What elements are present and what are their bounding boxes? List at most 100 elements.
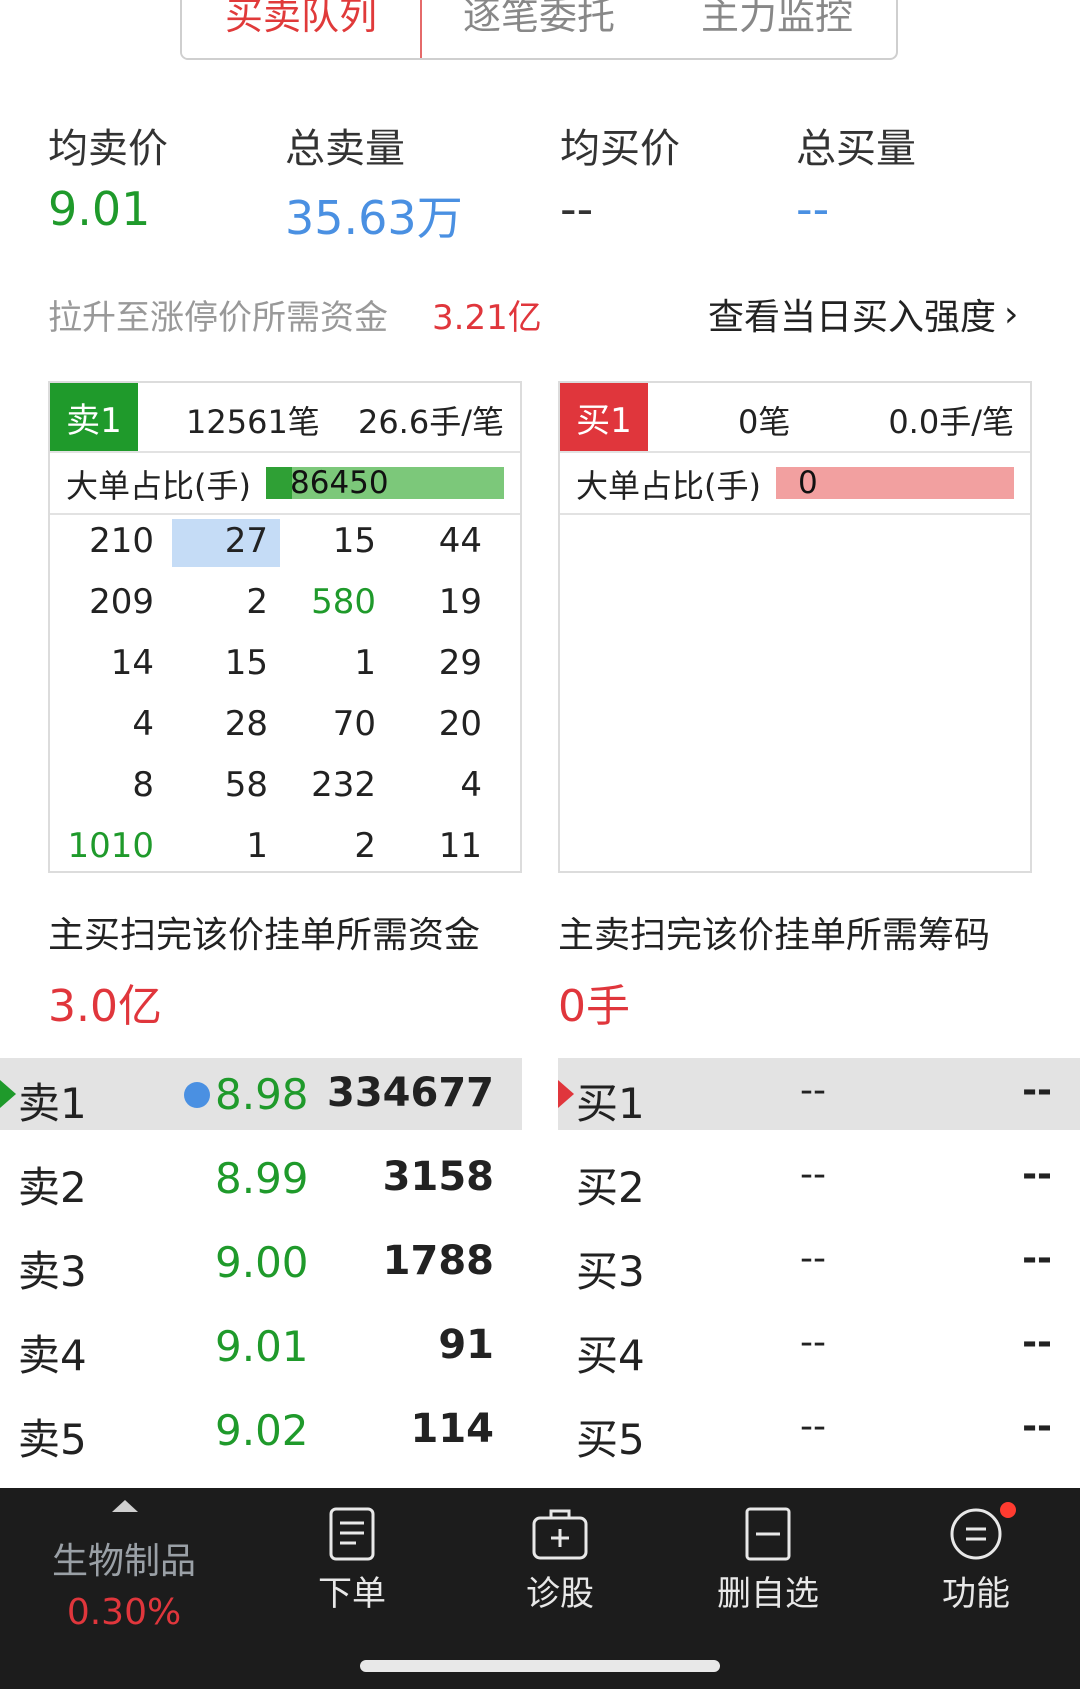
limit-up-value: 3.21亿 — [432, 298, 542, 338]
avg-buy-value: -- — [560, 182, 594, 236]
tab-order-by-order[interactable]: 逐笔委托 — [420, 0, 658, 58]
ask-volume: 3158 — [382, 1154, 494, 1200]
nav-diagnose-button[interactable]: 诊股 — [452, 1506, 668, 1615]
bid-price[interactable]: -- — [800, 1154, 826, 1195]
notification-dot-icon — [1000, 1502, 1016, 1518]
divider — [50, 513, 520, 515]
sell1-badge: 卖1 — [50, 383, 138, 451]
divider — [50, 451, 520, 453]
bid-price[interactable]: -- — [800, 1322, 826, 1363]
ask-volume: 91 — [438, 1322, 494, 1368]
queue-cell: 70 — [332, 704, 376, 744]
queue-cell: 232 — [311, 765, 376, 805]
nav-remove-watch-button[interactable]: 删自选 — [660, 1506, 876, 1615]
buy1-badge: 买1 — [560, 383, 648, 451]
queue-cell: 2 — [354, 826, 376, 866]
queue-cell: 20 — [438, 704, 482, 744]
bid-pointer-icon — [558, 1080, 574, 1108]
bid-label: 买1 — [576, 1079, 645, 1128]
nav-order-label: 下单 — [318, 1574, 386, 1614]
ask-volume: 114 — [410, 1406, 495, 1452]
bid-label: 买4 — [576, 1331, 645, 1380]
ask-price[interactable]: 8.98 — [215, 1070, 309, 1119]
chevron-right-icon: › — [1004, 293, 1019, 335]
queue-cell: 44 — [438, 521, 482, 561]
ask-price[interactable]: 9.02 — [215, 1406, 309, 1455]
sell-sweep-value: 3.0亿 — [48, 981, 162, 1032]
sector-change: 0.30% — [66, 1592, 182, 1633]
nav-function-label: 功能 — [942, 1574, 1010, 1614]
sell-avg-lot: 26.6手/笔 — [357, 403, 504, 441]
queue-cell: 27 — [224, 521, 268, 561]
avg-sell-value: 9.01 — [48, 182, 151, 236]
bid-label: 买2 — [576, 1163, 645, 1212]
queue-cell: 8 — [132, 765, 154, 805]
divider — [560, 451, 1030, 453]
total-sell-label: 总卖量 — [285, 126, 405, 172]
queue-cell: 1010 — [67, 826, 154, 866]
sell-big-order-bar: 86450 — [266, 465, 504, 501]
queue-cell: 58 — [224, 765, 268, 805]
nav-function-button[interactable]: 功能 — [868, 1502, 1080, 1615]
ask-price[interactable]: 9.00 — [215, 1238, 309, 1287]
bid-volume: -- — [1022, 1238, 1052, 1279]
buy-big-order-value: 0 — [798, 465, 818, 501]
caret-up-icon — [112, 1500, 138, 1512]
queue-cell: 15 — [332, 521, 376, 561]
nav-diagnose-label: 诊股 — [526, 1574, 594, 1614]
queue-cell: 4 — [132, 704, 154, 744]
sell-queue-panel: 卖1 12561笔 26.6手/笔 大单占比(手) 86450 210 27 15 4… — [48, 381, 522, 873]
bid-label: 买5 — [576, 1415, 645, 1464]
tab-bar: 买卖队列 逐笔委托 主力监控 — [180, 0, 898, 60]
document-icon — [328, 1506, 376, 1561]
ask-pointer-icon — [0, 1080, 16, 1108]
queue-cell: 29 — [438, 643, 482, 683]
avg-sell-label: 均卖价 — [48, 126, 168, 172]
sell-big-order-value: 86450 — [290, 465, 389, 501]
nav-order-button[interactable]: 下单 — [244, 1506, 460, 1615]
bid-volume: -- — [1022, 1154, 1052, 1195]
bid-price[interactable]: -- — [800, 1406, 826, 1447]
ask-label: 卖4 — [18, 1331, 87, 1380]
bid-volume: -- — [1022, 1070, 1052, 1111]
buy-strength-link[interactable]: 查看当日买入强度 › — [708, 288, 1018, 340]
ask-label: 卖3 — [18, 1247, 87, 1296]
queue-cell: 210 — [89, 521, 154, 561]
bottom-nav: 生物制品 0.30% 下单 诊股 删自选 功能 — [0, 1488, 1080, 1689]
buy-sweep-label: 主卖扫完该价挂单所需筹码 — [558, 915, 991, 956]
total-sell-value: 35.63万 — [285, 191, 463, 245]
home-indicator — [360, 1660, 720, 1672]
bid-price[interactable]: -- — [800, 1070, 826, 1111]
queue-cell: 19 — [438, 582, 482, 622]
ask-price[interactable]: 9.01 — [215, 1322, 309, 1371]
tab-main-force[interactable]: 主力监控 — [658, 0, 896, 58]
buy-big-order-bar: 0 — [776, 465, 1014, 501]
ask-volume: 1788 — [382, 1238, 494, 1284]
queue-cell: 580 — [311, 582, 376, 622]
bid-price[interactable]: -- — [800, 1238, 826, 1279]
divider — [560, 513, 1030, 515]
queue-cell: 2 — [246, 582, 268, 622]
bid-label: 买3 — [576, 1247, 645, 1296]
bid-volume: -- — [1022, 1406, 1052, 1447]
buy-queue-panel: 买1 0笔 0.0手/笔 大单占比(手) 0 — [558, 381, 1032, 873]
ask-label: 卖1 — [18, 1079, 87, 1128]
sell-sweep-label: 主买扫完该价挂单所需资金 — [48, 915, 481, 956]
sector-name[interactable]: 生物制品 — [16, 1532, 232, 1584]
buy-big-order-label: 大单占比(手) — [576, 467, 761, 505]
queue-cell: 28 — [224, 704, 268, 744]
menu-circle-icon — [948, 1502, 1016, 1560]
nav-remove-watch-label: 删自选 — [717, 1574, 819, 1614]
ask-volume: 334677 — [327, 1070, 494, 1116]
ask-label: 卖5 — [18, 1415, 87, 1464]
buy-strength-label: 查看当日买入强度 — [708, 297, 997, 338]
ask-price[interactable]: 8.99 — [215, 1154, 309, 1203]
queue-cell: 4 — [460, 765, 482, 805]
tab-queue[interactable]: 买卖队列 — [182, 0, 422, 58]
ask-label: 卖2 — [18, 1163, 87, 1212]
medical-kit-icon — [531, 1506, 589, 1560]
queue-cell: 1 — [246, 826, 268, 866]
buy-sweep-value: 0手 — [558, 981, 630, 1032]
sell-big-order-bar-fill — [266, 467, 292, 499]
buy-orders-count: 0笔 — [738, 403, 791, 441]
